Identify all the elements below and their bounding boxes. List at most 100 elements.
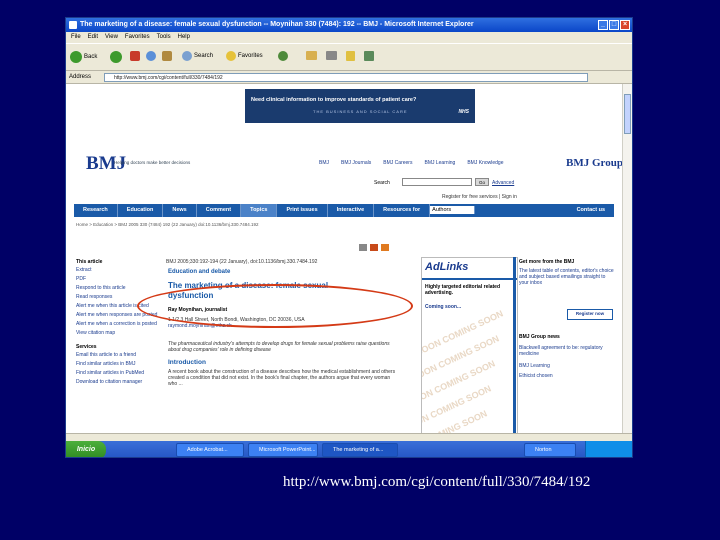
scroll-thumb[interactable] bbox=[624, 94, 631, 134]
mail-button[interactable] bbox=[306, 51, 317, 60]
rss-icon[interactable] bbox=[381, 244, 389, 251]
taskbar-task-active[interactable]: The marketing of a... bbox=[322, 443, 398, 457]
refresh-icon bbox=[146, 51, 156, 61]
menu-help[interactable]: Help bbox=[178, 32, 190, 43]
web-page: Need clinical information to improve sta… bbox=[66, 84, 624, 433]
banner-text: Need clinical information to improve sta… bbox=[251, 97, 417, 103]
bmj-group-logo[interactable]: BMJ Group bbox=[566, 157, 623, 169]
nav-interactive[interactable]: Interactive bbox=[328, 204, 375, 217]
banner-logo bbox=[213, 89, 245, 123]
menu-favorites[interactable]: Favorites bbox=[125, 32, 150, 43]
topnav-learning[interactable]: BMJ Learning bbox=[424, 160, 455, 166]
menu-tools[interactable]: Tools bbox=[157, 32, 171, 43]
vertical-scrollbar[interactable] bbox=[622, 84, 632, 433]
news-item[interactable]: BMJ Learning bbox=[519, 363, 550, 369]
edit-icon bbox=[346, 51, 355, 61]
introduction-heading: Introduction bbox=[168, 359, 206, 366]
browser-toolbar: Back Search Favorites bbox=[66, 43, 632, 71]
nav-news[interactable]: News bbox=[163, 204, 197, 217]
system-tray bbox=[585, 441, 632, 457]
advanced-search-link[interactable]: Advanced bbox=[492, 180, 514, 186]
news-item[interactable]: Blackwell agreement to be: regulatory me… bbox=[519, 345, 619, 357]
forward-button[interactable] bbox=[110, 51, 122, 63]
nav-comment[interactable]: Comment bbox=[197, 204, 242, 217]
adlinks-panel: SOON COMING SOON SOON COMING SOON SOON C… bbox=[421, 257, 518, 433]
topnav-careers[interactable]: BMJ Careers bbox=[383, 160, 412, 166]
adlinks-coming-soon: Coming soon... bbox=[425, 304, 462, 310]
menu-file[interactable]: File bbox=[71, 32, 81, 43]
nav-print-issues[interactable]: Print issues bbox=[277, 204, 328, 217]
history-button[interactable] bbox=[278, 51, 288, 61]
taskbar-task[interactable]: Norton bbox=[524, 443, 576, 457]
services-item[interactable]: Email this article to a friend bbox=[76, 352, 161, 358]
refresh-button[interactable] bbox=[146, 51, 156, 61]
bmj-top-nav: BMJ BMJ Journals BMJ Careers BMJ Learnin… bbox=[319, 160, 503, 166]
sidebar-item[interactable]: View citation map bbox=[76, 330, 161, 336]
nav-research[interactable]: Research bbox=[74, 204, 118, 217]
taskbar-task[interactable]: Microsoft PowerPoint... bbox=[248, 443, 318, 457]
nav-resources-label: Resources for bbox=[374, 204, 431, 217]
nav-topics[interactable]: Topics bbox=[241, 204, 278, 217]
address-bar: Address http://www.bmj.com/cgi/content/f… bbox=[66, 71, 632, 84]
discuss-button[interactable] bbox=[364, 51, 374, 61]
menu-bar: File Edit View Favorites Tools Help bbox=[66, 32, 632, 43]
print-button[interactable] bbox=[326, 51, 337, 60]
ad-banner[interactable]: Need clinical information to improve sta… bbox=[213, 89, 475, 123]
article-body: A recent book about the construction of … bbox=[168, 369, 396, 387]
menu-view[interactable]: View bbox=[105, 32, 118, 43]
close-button[interactable]: × bbox=[620, 20, 630, 30]
topnav-knowledge[interactable]: BMJ Knowledge bbox=[467, 160, 503, 166]
ie-icon bbox=[69, 21, 77, 29]
taskbar-task[interactable]: Adobe Acrobat... bbox=[176, 443, 244, 457]
site-search-input[interactable] bbox=[402, 178, 472, 186]
topnav-bmj[interactable]: BMJ bbox=[319, 160, 329, 166]
nav-education[interactable]: Education bbox=[118, 204, 164, 217]
sidebar-item[interactable]: Alert me when a correction is posted bbox=[76, 321, 161, 327]
register-signin-link[interactable]: Register for free services | Sign in bbox=[442, 194, 517, 200]
topnav-journals[interactable]: BMJ Journals bbox=[341, 160, 371, 166]
group-news-heading: BMJ Group news bbox=[519, 334, 560, 340]
sidebar-item[interactable]: Respond to this article bbox=[76, 285, 161, 291]
get-more-text[interactable]: The latest table of contents, editor's c… bbox=[519, 268, 615, 286]
services-item[interactable]: Find similar articles in BMJ bbox=[76, 361, 161, 367]
start-button[interactable]: Inicio bbox=[66, 441, 106, 457]
article-standfirst: The pharmaceutical industry's attempts t… bbox=[168, 341, 390, 353]
print-article-icon[interactable] bbox=[359, 244, 367, 251]
maximize-button[interactable]: □ bbox=[609, 20, 619, 30]
window-controls: _ □ × bbox=[598, 20, 630, 30]
resources-select[interactable]: Authors bbox=[430, 206, 476, 214]
article-citation: BMJ 2005;330:192-194 (22 January), doi:1… bbox=[166, 259, 318, 265]
address-input[interactable]: http://www.bmj.com/cgi/content/full/330/… bbox=[104, 73, 588, 82]
site-search-go-button[interactable]: Go bbox=[475, 178, 489, 186]
adlinks-logo: AdLinks bbox=[425, 261, 469, 273]
services-heading: Services bbox=[76, 344, 97, 350]
banner-subtext: THE BUSINESS AND SOCIAL CARE bbox=[313, 109, 408, 114]
news-item[interactable]: Ethicist chosen bbox=[519, 373, 553, 379]
home-button[interactable] bbox=[162, 51, 172, 61]
menu-edit[interactable]: Edit bbox=[88, 32, 98, 43]
site-search-label: Search bbox=[374, 180, 390, 186]
sidebar-item[interactable]: PDF bbox=[76, 276, 161, 282]
sidebar-item[interactable]: Extract bbox=[76, 267, 161, 273]
mail-icon bbox=[306, 51, 317, 60]
forward-arrow-icon bbox=[110, 51, 122, 63]
services-item[interactable]: Find similar articles in PubMed bbox=[76, 370, 161, 376]
address-label: Address bbox=[69, 74, 92, 80]
minimize-button[interactable]: _ bbox=[598, 20, 608, 30]
nav-contact-us[interactable]: Contact us bbox=[568, 204, 614, 217]
history-icon bbox=[278, 51, 288, 61]
services-item[interactable]: Download to citation manager bbox=[76, 379, 161, 385]
stop-button[interactable] bbox=[130, 51, 140, 61]
article-tools bbox=[359, 244, 389, 251]
stop-icon bbox=[130, 51, 140, 61]
article-sidebar: This article Extract PDF Respond to this… bbox=[76, 259, 161, 388]
bmj-tagline: Helping doctors make better decisions bbox=[114, 160, 191, 165]
edit-button[interactable] bbox=[346, 51, 355, 61]
adlinks-divider bbox=[422, 278, 517, 280]
article-section[interactable]: Education and debate bbox=[168, 269, 230, 275]
search-button[interactable]: Search bbox=[182, 51, 213, 61]
pdf-icon[interactable] bbox=[370, 244, 378, 251]
back-button[interactable]: Back bbox=[70, 51, 97, 63]
favorites-button[interactable]: Favorites bbox=[226, 51, 263, 61]
register-now-button[interactable]: Register now bbox=[567, 309, 613, 320]
